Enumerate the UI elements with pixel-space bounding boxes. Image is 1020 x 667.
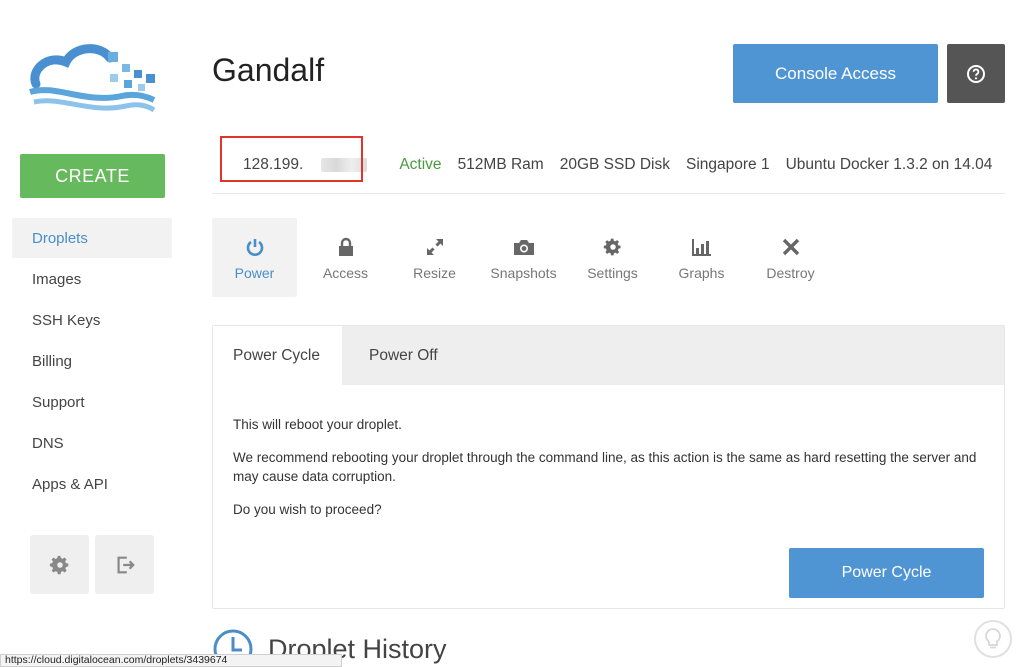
resize-arrows-icon: [426, 238, 443, 255]
action-label: Graphs: [678, 264, 725, 281]
tab-settings[interactable]: Settings: [568, 218, 657, 297]
sidebar-item-label: Support: [32, 393, 85, 411]
sidebar-nav: Droplets Images SSH Keys Billing Support…: [12, 218, 172, 505]
tab-resize[interactable]: Resize: [390, 218, 479, 297]
sidebar-item-label: Apps & API: [32, 475, 108, 493]
question-circle-icon: [967, 64, 985, 83]
help-button[interactable]: [947, 44, 1005, 103]
sidebar-item-label: Droplets: [32, 229, 88, 247]
lightbulb-button[interactable]: [974, 620, 1012, 658]
confirm-question: Do you wish to proceed?: [233, 502, 382, 517]
create-button[interactable]: CREATE: [20, 154, 165, 198]
gear-icon: [49, 555, 68, 574]
settings-button[interactable]: [30, 535, 89, 594]
power-tabs: Power Cycle Power Off: [213, 326, 1004, 385]
action-label: Resize: [413, 264, 456, 281]
tab-destroy[interactable]: Destroy: [746, 218, 835, 297]
page-title: Gandalf: [212, 52, 325, 88]
disk-info: 20GB SSD Disk: [559, 155, 670, 173]
ram-info: 512MB Ram: [457, 155, 544, 173]
highlight-box: [220, 136, 363, 182]
recommendation-text: We recommend rebooting your droplet thro…: [233, 450, 977, 484]
sidebar-item-ssh-keys[interactable]: SSH Keys: [12, 300, 172, 340]
digitalocean-logo[interactable]: [26, 40, 158, 118]
action-label: Snapshots: [490, 264, 557, 281]
droplet-actions: Power Access Resize Snapshots Settings G…: [212, 218, 835, 297]
action-label: Access: [322, 264, 369, 281]
panel-body: This will reboot your droplet. We recomm…: [213, 385, 1004, 519]
sidebar-item-dns[interactable]: DNS: [12, 423, 172, 463]
sidebar-item-support[interactable]: Support: [12, 382, 172, 422]
tab-access[interactable]: Access: [301, 218, 390, 297]
tab-power-off[interactable]: Power Off: [342, 326, 458, 385]
region-info: Singapore 1: [685, 155, 770, 173]
sidebar-item-apps-api[interactable]: Apps & API: [12, 464, 172, 504]
logout-button[interactable]: [95, 535, 154, 594]
status-bar-url: https://cloud.digitalocean.com/droplets/…: [0, 654, 342, 667]
camera-icon: [513, 239, 534, 255]
action-label: Power: [234, 264, 275, 281]
sidebar-item-images[interactable]: Images: [12, 259, 172, 299]
sidebar-item-label: Images: [32, 270, 82, 288]
sidebar-item-label: DNS: [32, 434, 64, 452]
tab-snapshots[interactable]: Snapshots: [479, 218, 568, 297]
power-icon: [246, 238, 263, 256]
tab-power[interactable]: Power: [212, 218, 297, 297]
sidebar-item-droplets[interactable]: Droplets: [12, 218, 172, 258]
lightbulb-icon: [985, 628, 1001, 649]
action-label: Destroy: [766, 264, 815, 281]
tab-power-cycle[interactable]: Power Cycle: [213, 326, 342, 385]
status-text: Active: [399, 155, 442, 173]
console-access-button[interactable]: Console Access: [733, 44, 938, 103]
sidebar-item-label: SSH Keys: [32, 311, 101, 329]
lock-icon: [338, 237, 353, 256]
x-icon: [782, 238, 799, 255]
action-label: Settings: [587, 264, 638, 281]
tab-graphs[interactable]: Graphs: [657, 218, 746, 297]
image-info: Ubuntu Docker 1.3.2 on 14.04: [785, 155, 993, 173]
logout-icon: [116, 556, 135, 573]
power-cycle-button[interactable]: Power Cycle: [789, 548, 984, 598]
sidebar-item-billing[interactable]: Billing: [12, 341, 172, 381]
power-panel: Power Cycle Power Off This will reboot y…: [212, 325, 1005, 609]
gear-icon: [603, 238, 620, 255]
bar-chart-icon: [691, 238, 711, 256]
sidebar-item-label: Billing: [32, 352, 73, 370]
reboot-message: This will reboot your droplet.: [233, 417, 402, 432]
